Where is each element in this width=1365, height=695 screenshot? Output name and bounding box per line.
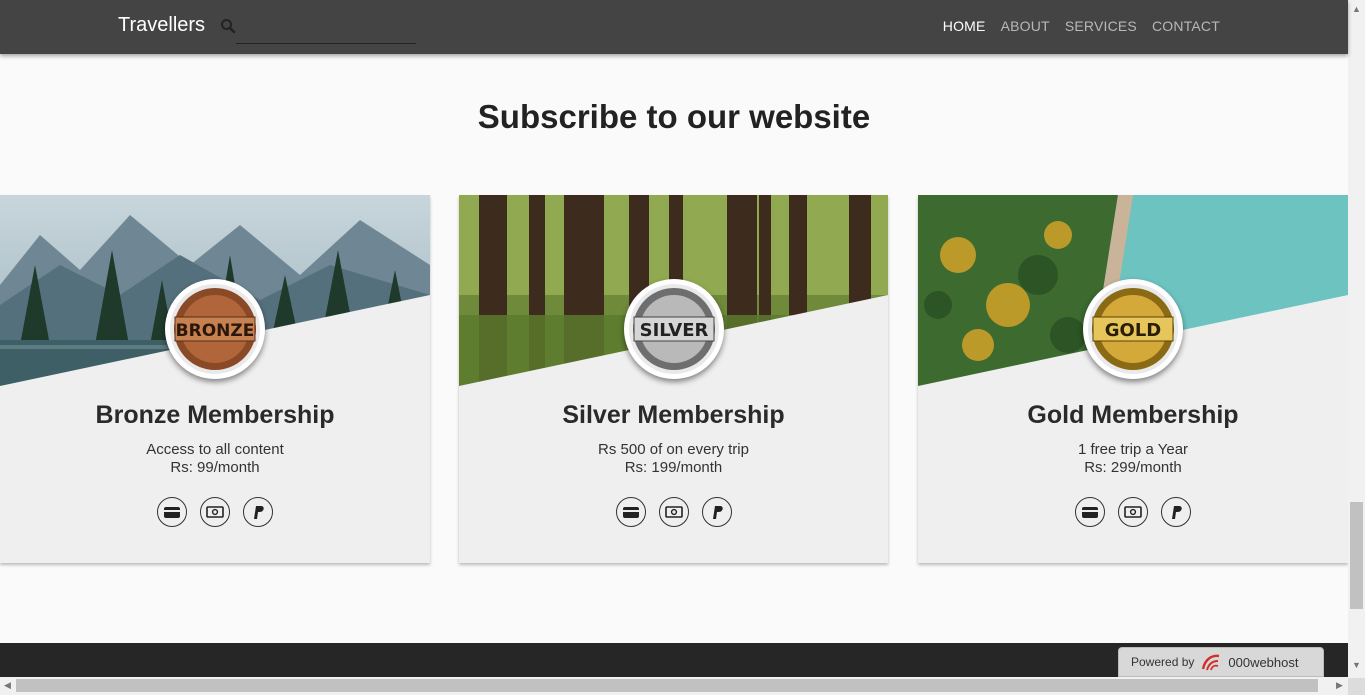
nav-link-about[interactable]: ABOUT <box>1001 18 1050 34</box>
cash-icon[interactable] <box>658 497 689 527</box>
card-feature: Rs 500 of on every trip <box>598 441 749 458</box>
silver-membership-badge: SILVER <box>623 279 724 379</box>
svg-text:SILVER: SILVER <box>639 320 708 341</box>
membership-card-gold: GOLD Gold Membership 1 free trip a Year … <box>918 195 1348 563</box>
paypal-icon[interactable] <box>1161 497 1191 527</box>
scrollbar-corner <box>1348 678 1365 695</box>
credit-card-icon[interactable] <box>157 497 187 527</box>
card-price: Rs: 199/month <box>624 459 723 476</box>
nav-link-home[interactable]: HOME <box>943 18 986 34</box>
horizontal-scrollbar[interactable]: ◀ ▶ <box>0 677 1348 695</box>
vertical-scrollbar[interactable]: ▲ ▼ <box>1348 0 1365 678</box>
payment-icons <box>459 497 888 527</box>
gold-membership-badge: GOLD <box>1083 279 1183 379</box>
credit-card-icon[interactable] <box>1075 497 1105 527</box>
powered-by-badge[interactable]: Powered by 000webhost <box>1118 647 1324 677</box>
vertical-scroll-thumb[interactable] <box>1350 502 1363 609</box>
powered-by-label: Powered by <box>1131 655 1195 669</box>
card-feature: 1 free trip a Year <box>1077 441 1189 458</box>
membership-card-bronze: BRONZE Bronze Membership Access to all c… <box>0 195 430 563</box>
search-input[interactable] <box>236 12 416 44</box>
webhost-logo-icon <box>1200 651 1222 673</box>
host-name: 000webhost <box>1228 654 1299 670</box>
svg-text:GOLD: GOLD <box>1105 320 1162 341</box>
payment-icons <box>918 497 1348 527</box>
svg-text:BRONZE: BRONZE <box>176 321 255 341</box>
cash-icon[interactable] <box>1118 497 1148 527</box>
card-price: Rs: 99/month <box>170 459 260 476</box>
nav-link-contact[interactable]: CONTACT <box>1152 18 1220 34</box>
bronze-membership-badge: BRONZE <box>165 279 265 379</box>
cash-icon[interactable] <box>200 497 230 527</box>
paypal-icon[interactable] <box>701 497 732 527</box>
horizontal-scroll-thumb[interactable] <box>16 679 1318 692</box>
brand-logo[interactable]: Travellers <box>118 14 205 37</box>
credit-card-icon[interactable] <box>615 497 646 527</box>
membership-card-silver: SILVER Silver Membership Rs 500 of on ev… <box>459 195 888 563</box>
paypal-icon[interactable] <box>243 497 273 527</box>
section-title: Subscribe to our website <box>477 98 871 135</box>
card-feature: Access to all content <box>146 441 284 458</box>
card-price: Rs: 299/month <box>1084 459 1182 476</box>
nav-link-services[interactable]: SERVICES <box>1065 18 1137 34</box>
scroll-up-icon[interactable]: ▲ <box>1352 4 1361 14</box>
card-title: Bronze Membership <box>95 401 335 429</box>
top-navbar: Travellers HOME ABOUT SERVICES CONTACT <box>0 0 1348 54</box>
scroll-down-icon[interactable]: ▼ <box>1352 660 1361 670</box>
nav-links: HOME ABOUT SERVICES CONTACT <box>943 18 1220 34</box>
search-icon[interactable] <box>220 18 236 34</box>
scroll-left-icon[interactable]: ◀ <box>4 680 11 691</box>
payment-icons <box>0 497 430 527</box>
scroll-right-icon[interactable]: ▶ <box>1336 680 1343 691</box>
card-title: Gold Membership <box>1027 401 1239 429</box>
footer: Powered by 000webhost <box>0 643 1348 677</box>
card-title: Silver Membership <box>562 401 785 429</box>
